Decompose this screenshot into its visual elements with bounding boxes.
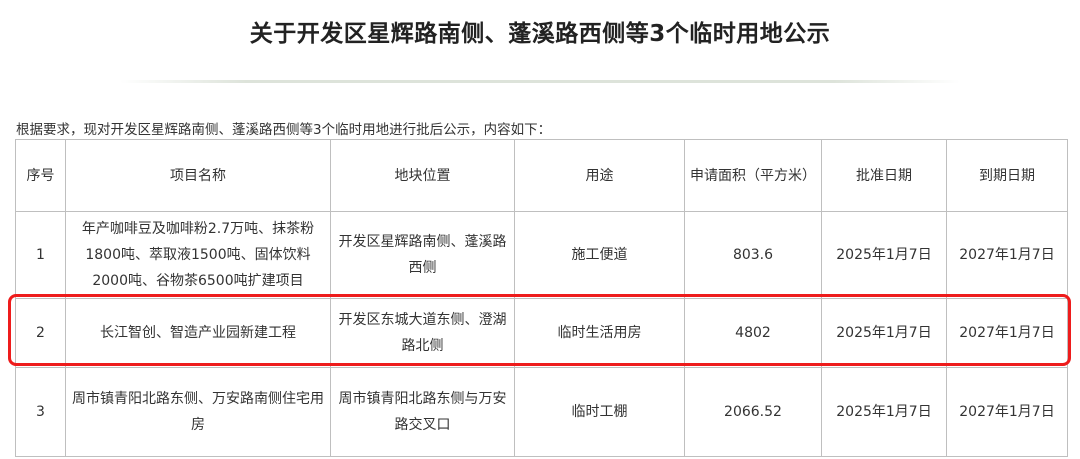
- cell-project: 周市镇青阳北路东侧、万安路南侧住宅用房: [65, 367, 331, 457]
- table-row: 3 周市镇青阳北路东侧、万安路南侧住宅用房 周市镇青阳北路东侧与万安路交叉口 临…: [15, 367, 1068, 457]
- cell-no: 3: [15, 367, 66, 457]
- header-location: 地块位置: [330, 139, 515, 212]
- cell-project: 长江智创、智造产业园新建工程: [65, 298, 331, 368]
- cell-approval-date: 2025年1月7日: [821, 298, 947, 368]
- header-usage: 用途: [514, 139, 685, 212]
- cell-usage: 临时生活用房: [514, 298, 685, 368]
- intro-text: 根据要求，现对开发区星辉路南侧、蓬溪路西侧等3个临时用地进行批后公示，内容如下：: [16, 122, 552, 138]
- header-expiry-date: 到期日期: [946, 139, 1068, 212]
- cell-approval-date: 2025年1月7日: [821, 211, 947, 299]
- cell-usage: 临时工棚: [514, 367, 685, 457]
- cell-location: 周市镇青阳北路东侧与万安路交叉口: [330, 367, 515, 457]
- cell-expiry-date: 2027年1月7日: [946, 367, 1068, 457]
- cell-area: 2066.52: [684, 367, 822, 457]
- title-divider: [120, 80, 960, 83]
- page-title: 关于开发区星辉路南侧、蓬溪路西侧等3个临时用地公示: [249, 21, 831, 47]
- cell-no: 2: [15, 298, 66, 368]
- cell-area: 4802: [684, 298, 822, 368]
- cell-expiry-date: 2027年1月7日: [946, 298, 1068, 368]
- cell-location: 开发区东城大道东侧、澄湖路北侧: [330, 298, 515, 368]
- table-header-row: 序号 项目名称 地块位置 用途 申请面积（平方米） 批准日期 到期日期: [15, 139, 1068, 212]
- table-row: 1 年产咖啡豆及咖啡粉2.7万吨、抹茶粉1800吨、萃取液1500吨、固体饮料2…: [15, 211, 1068, 299]
- cell-expiry-date: 2027年1月7日: [946, 211, 1068, 299]
- cell-project: 年产咖啡豆及咖啡粉2.7万吨、抹茶粉1800吨、萃取液1500吨、固体饮料200…: [65, 211, 331, 299]
- cell-usage: 施工便道: [514, 211, 685, 299]
- header-approval-date: 批准日期: [821, 139, 947, 212]
- land-use-table: 序号 项目名称 地块位置 用途 申请面积（平方米） 批准日期 到期日期 1 年产…: [15, 139, 1068, 457]
- cell-no: 1: [15, 211, 66, 299]
- table-row: 2 长江智创、智造产业园新建工程 开发区东城大道东侧、澄湖路北侧 临时生活用房 …: [15, 298, 1068, 368]
- cell-location: 开发区星辉路南侧、蓬溪路西侧: [330, 211, 515, 299]
- cell-area: 803.6: [684, 211, 822, 299]
- cell-approval-date: 2025年1月7日: [821, 367, 947, 457]
- header-project: 项目名称: [65, 139, 331, 212]
- header-no: 序号: [15, 139, 66, 212]
- header-area: 申请面积（平方米）: [684, 139, 822, 212]
